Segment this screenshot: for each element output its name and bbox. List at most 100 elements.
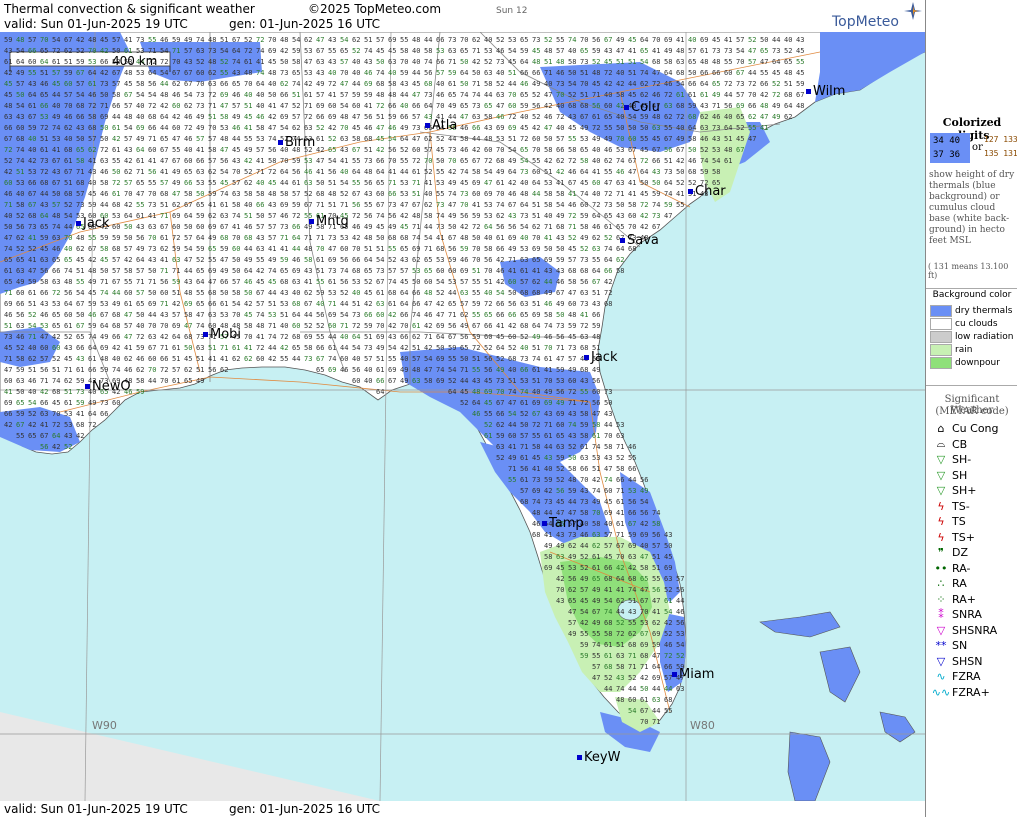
city-miami[interactable]: Miam [672,667,714,682]
thermal-digit: 54 [556,201,564,209]
thermal-digit: 68 [604,575,612,583]
thermal-digit: 60 [4,377,12,385]
map-canvas: 59 48 57 70 54 67 42 48 45 57 41 73 55 46 59 49 74 48 51 67… [0,32,925,801]
thermal-digit: 67 [604,36,612,44]
thermal-digit: 72 [652,80,660,88]
thermal-digit: 67 [148,344,156,352]
thermal-digit: 64 [448,388,456,396]
thermal-digit: 57 [172,311,180,319]
background-legend-label: dry thermals [955,306,1012,316]
thermal-digit: 73 [724,47,732,55]
thermal-digit: 42 [388,311,396,319]
thermal-digit: 54 [424,355,432,363]
thermal-digit: 55 [748,124,756,132]
thermal-digit: 69 [532,245,540,253]
thermal-digit: 65 [736,113,744,121]
city-montgomery[interactable]: Mntg [309,214,349,229]
thermal-digit: 50 [460,355,468,363]
city-jacksonville[interactable]: Jack [584,350,617,365]
city-key-west[interactable]: KeyW [577,750,620,765]
thermal-digit: 45 [352,124,360,132]
thermal-digit: 43 [16,113,24,121]
day-tab-label: Sun 12 [496,4,527,18]
city-mobile[interactable]: Mobi [203,327,241,342]
map-header: Thermal convection & significant weather… [0,0,925,32]
thermal-digit: 59 [568,487,576,495]
thermal-digit: 47 [652,597,660,605]
thermal-digit: 58 [580,223,588,231]
thermal-digit: 68 [436,245,444,253]
thermal-digit: 47 [652,69,660,77]
city-tampa[interactable]: Tamp [542,516,584,531]
thermal-digit: 50 [4,223,12,231]
thermal-digit: 43 [232,157,240,165]
thermal-digit: 52 [28,410,36,418]
thermal-digit: 60 [256,355,264,363]
city-savannah[interactable]: Sava [620,233,659,248]
thermal-digit: 69 [4,300,12,308]
thermal-digit: 52 [64,443,72,451]
thermal-digit: 73 [136,36,144,44]
thermal-digit: 58 [664,58,672,66]
thermal-digit: 52 [388,256,396,264]
thermal-digit: 67 [100,311,108,319]
thermal-digit: 52 [496,355,504,363]
thermal-digit: 58 [460,135,468,143]
thermal-digit: 52 [436,135,444,143]
thermal-digit: 61 [520,476,528,484]
thermal-digit: 64 [40,212,48,220]
thermal-digit: 63 [100,157,108,165]
thermal-digit: 52 [424,168,432,176]
thermal-digit: 54 [64,212,72,220]
thermal-digit: 45 [640,146,648,154]
thermal-digit: 68 [520,289,528,297]
thermal-digit: 57 [184,47,192,55]
city-birmingham[interactable]: Birm [278,135,315,150]
background-legend-label: low radiation [955,332,1013,342]
thermal-digit: 53 [40,322,48,330]
thermal-digit: 44 [352,80,360,88]
thermal-digit: 74 [232,212,240,220]
thermal-digit: 74 [436,366,444,374]
city-columbia[interactable]: Colu [624,100,660,115]
city-new-orleans[interactable]: NewO [85,379,131,394]
thermal-digit: 60 [64,80,72,88]
thermal-digit: 66 [220,278,228,286]
thermal-digit: 57 [16,80,24,88]
thermal-digit: 47 [460,113,468,121]
grid-label-w90: W90 [92,719,117,732]
thermal-digit: 72 [52,421,60,429]
thermal-digit: 57 [676,575,684,583]
thermal-digit: 74 [268,267,276,275]
thermal-digit: 68 [76,102,84,110]
thermal-digit: 74 [292,80,300,88]
thermal-digit: 57 [592,663,600,671]
thermal-digit: 64 [700,80,708,88]
thermal-digit: 74 [460,168,468,176]
thermal-digit: 55 [220,69,228,77]
thermal-digit: 63 [148,223,156,231]
thermal-digit: 50 [544,135,552,143]
thermal-digit: 72 [208,91,216,99]
city-charleston[interactable]: Char [688,184,726,199]
thermal-digit: 74 [88,333,96,341]
thermal-digit: 45 [628,91,636,99]
thermal-digit: 53 [556,377,564,385]
city-jackson[interactable]: Jack [76,216,109,231]
thermal-digit: 57 [208,157,216,165]
thermal-digit: 57 [520,432,528,440]
city-wilmington[interactable]: Wilm [806,84,845,99]
thermal-digit: 70 [148,234,156,242]
thermal-digit: 59 [352,91,360,99]
thermal-digit: 57 [424,146,432,154]
thermal-digit: 72 [472,344,480,352]
thermal-digit: 64 [472,399,480,407]
thermal-digit: 46 [64,113,72,121]
thermal-digit: 67 [388,377,396,385]
city-atlanta[interactable]: Atla [425,118,457,133]
weather-map[interactable]: 59 48 57 70 54 67 42 48 45 57 41 73 55 46 59 49 74 48 51 67… [0,32,925,801]
thermal-digit: 68 [280,278,288,286]
thermal-digit: 74 [448,190,456,198]
footer-valid-time: valid: Sun 01-Jun-2025 19 UTC [4,801,188,817]
thermal-digit: 63 [592,531,600,539]
